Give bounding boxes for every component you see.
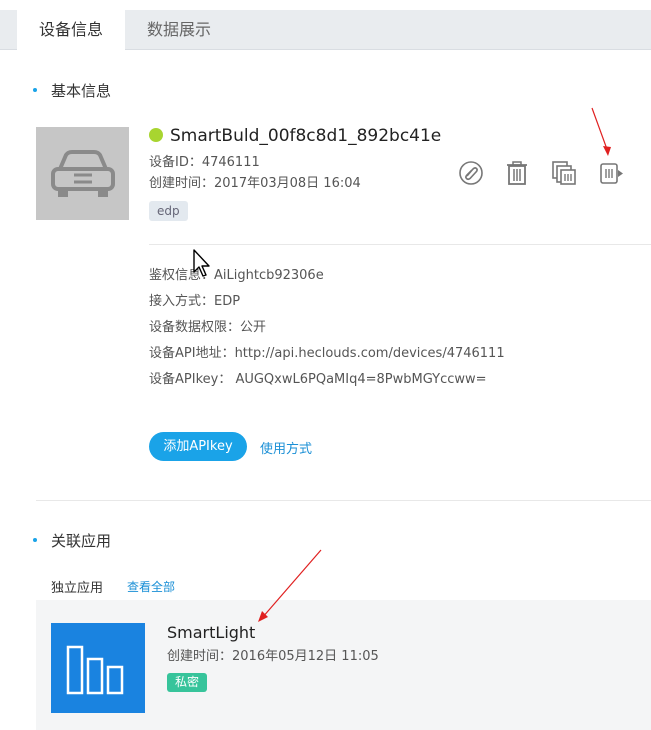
divider-top <box>149 244 651 245</box>
view-all-link[interactable]: 查看全部 <box>127 578 175 595</box>
device-created-time: 创建时间：2017年03月08日 16:04 <box>149 176 361 191</box>
section-divider <box>36 500 651 501</box>
usage-link[interactable]: 使用方式 <box>260 438 312 457</box>
bullet-dot <box>33 88 37 92</box>
auth-info: 鉴权信息：AiLightcb92306e <box>149 268 324 283</box>
bar-chart-icon <box>66 645 124 695</box>
data-permission: 设备数据权限：公开 <box>149 320 267 335</box>
app-created-time: 创建时间：2016年05月12日 11:05 <box>167 649 379 664</box>
export-icon[interactable] <box>598 160 624 186</box>
tab-bar: 设备信息 数据展示 <box>0 10 651 51</box>
add-apikey-button[interactable]: 添加APIkey <box>149 432 247 461</box>
related-apps-title: 关联应用 <box>51 532 112 550</box>
device-name: SmartBuld_00f8c8d1_892bc41e <box>170 126 442 146</box>
app-card[interactable]: SmartLight 创建时间：2016年05月12日 11:05 私密 <box>36 600 651 730</box>
tab-data-display[interactable]: 数据展示 <box>125 10 233 50</box>
standalone-apps-label: 独立应用 <box>51 581 104 596</box>
device-thumbnail <box>36 127 129 220</box>
online-status-dot <box>149 128 163 142</box>
arrow-annotation-icon <box>591 107 611 156</box>
device-api-url: 设备API地址：http://api.heclouds.com/devices/… <box>149 346 505 361</box>
access-method: 接入方式：EDP <box>149 294 241 309</box>
paperclip-icon[interactable] <box>458 160 484 186</box>
copy-icon[interactable] <box>551 160 577 186</box>
bullet-dot <box>33 538 37 542</box>
tab-device-info[interactable]: 设备信息 <box>17 10 125 51</box>
protocol-tag: edp <box>149 201 188 221</box>
trash-icon[interactable] <box>504 160 530 186</box>
device-api-key: 设备APIkey： AUGQxwL6PQaMIq4=8PwbMGYccww= <box>149 372 487 387</box>
device-id: 设备ID：4746111 <box>149 155 260 170</box>
car-icon <box>51 150 115 197</box>
app-thumbnail <box>51 623 145 713</box>
app-name[interactable]: SmartLight <box>167 623 255 642</box>
private-badge: 私密 <box>167 673 208 692</box>
basic-info-title: 基本信息 <box>51 82 112 100</box>
